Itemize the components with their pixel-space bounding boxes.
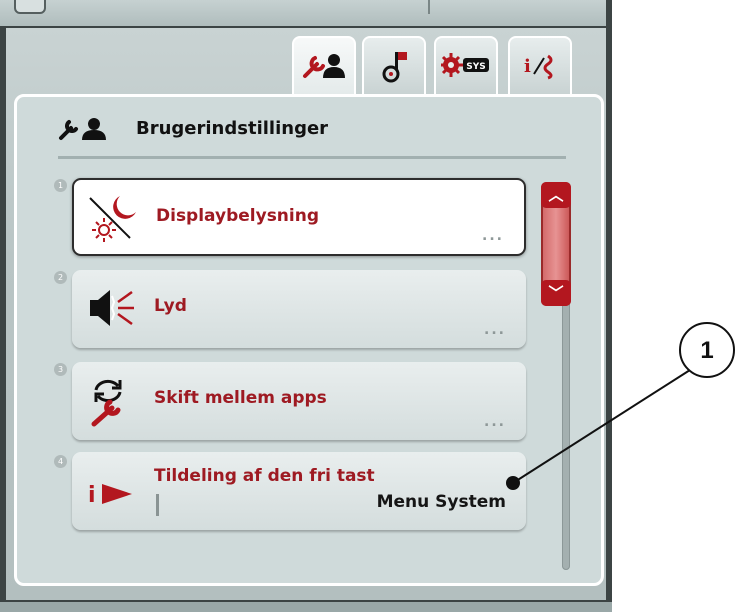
frame-top: [0, 0, 612, 28]
more-indicator: ...: [484, 322, 506, 338]
more-indicator: ...: [482, 228, 504, 244]
frame-left: [0, 26, 6, 610]
frame-button-stub: [14, 0, 46, 14]
chevron-up-icon: ︿: [548, 186, 564, 204]
menu-item-label: Tildeling af den fri tast: [154, 466, 375, 486]
probe-flag-icon: [364, 50, 424, 88]
menu-item-value: Menu System: [376, 492, 506, 512]
frame-divider: [428, 0, 610, 14]
page-title: Brugerindstillinger: [136, 118, 329, 139]
svg-text:i: i: [88, 483, 96, 508]
menu-item-label: Displaybelysning: [156, 206, 320, 226]
menu-item-free-key-assignment[interactable]: i Tildeling af den fri tast Menu System: [72, 452, 526, 530]
item-number-badge: 4: [54, 455, 67, 468]
page-title-row: Brugerindstillinger: [58, 112, 458, 146]
wrench-user-icon: [294, 50, 354, 86]
header-divider: [58, 156, 566, 159]
item-number-badge: 3: [54, 363, 67, 376]
app-switch-icon: [84, 372, 140, 428]
frame-right: [606, 0, 612, 610]
menu-item-label: Skift mellem apps: [154, 388, 327, 408]
item-number-badge: 2: [54, 271, 67, 284]
speaker-icon: [84, 280, 140, 336]
tab-info-diagnostics[interactable]: i: [508, 36, 572, 96]
menu-item-display-brightness[interactable]: Displaybelysning ...: [72, 178, 526, 256]
callout-number: 1: [700, 337, 714, 364]
scroll-up-button[interactable]: ︿: [541, 182, 571, 208]
tab-sensors[interactable]: [362, 36, 426, 96]
tab-system-settings[interactable]: SYS: [434, 36, 498, 96]
info-arrow-icon: i: [84, 466, 140, 522]
menu-item-label: Lyd: [154, 296, 187, 316]
menu-item-switch-apps[interactable]: Skift mellem apps ...: [72, 362, 526, 440]
svg-text:i: i: [524, 56, 531, 77]
display-brightness-icon: [86, 190, 142, 246]
callout-marker: 1: [679, 322, 735, 378]
wrench-user-icon: [58, 116, 114, 146]
item-number-badge: 1: [54, 179, 67, 192]
menu-item-sound[interactable]: Lyd ...: [72, 270, 526, 348]
frame-bottom: [0, 600, 612, 612]
info-diagnostics-icon: i: [510, 50, 570, 86]
terminal-screen: SYS i Brugerindstillinger 1 Displaybelys…: [0, 0, 612, 612]
value-cursor: [156, 494, 159, 516]
scrollbar-thumb[interactable]: ︿ ﹀: [541, 182, 571, 306]
tab-user-settings[interactable]: [292, 36, 356, 108]
chevron-down-icon: ﹀: [548, 284, 564, 302]
more-indicator: ...: [484, 414, 506, 430]
sys-label: SYS: [466, 62, 485, 72]
scroll-down-button[interactable]: ﹀: [541, 280, 571, 306]
gear-sys-icon: SYS: [436, 50, 496, 84]
